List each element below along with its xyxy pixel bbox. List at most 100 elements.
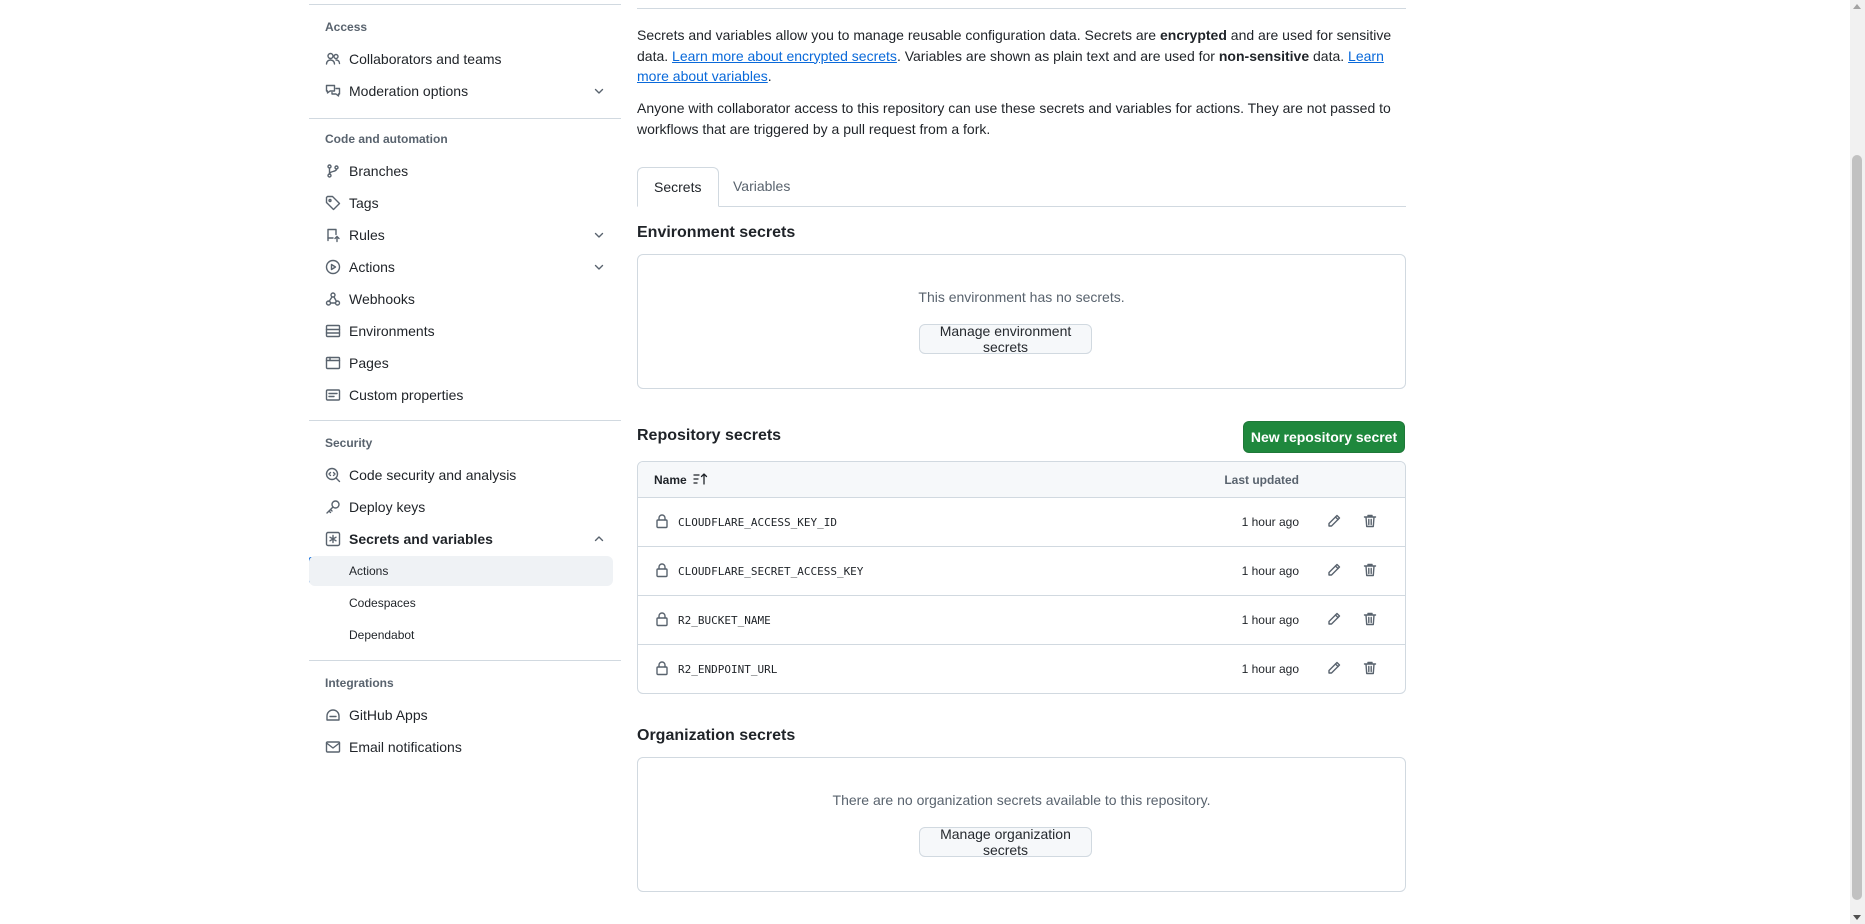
repository-secrets-table: Name Last updated CLOUDFLARE_ACCESS_KEY_… — [637, 461, 1406, 694]
scrollbar-thumb[interactable] — [1852, 155, 1862, 900]
sidebar-item-label: Email notifications — [349, 739, 462, 755]
intro-text: . Variables are shown as plain text and … — [896, 47, 1219, 64]
sidebar-item-deploy-keys[interactable]: Deploy keys — [309, 492, 613, 522]
trash-icon[interactable] — [1362, 513, 1378, 529]
sidebar-item-label: Custom properties — [349, 387, 464, 403]
sidebar-subitem-actions[interactable]: Actions — [309, 556, 613, 586]
tab-secrets[interactable]: Secrets — [637, 167, 719, 207]
sidebar-item-actions[interactable]: Actions — [309, 252, 613, 282]
secret-last-updated: 1 hour ago — [1241, 662, 1299, 676]
secret-last-updated: 1 hour ago — [1241, 564, 1299, 578]
sidebar-heading-integrations: Integrations — [325, 676, 394, 690]
sidebar-item-pages[interactable]: Pages — [309, 348, 613, 378]
sidebar-heading-code: Code and automation — [325, 132, 448, 146]
sidebar-subitem-label: Codespaces — [349, 596, 416, 610]
pencil-icon[interactable] — [1326, 660, 1342, 676]
tab-variables[interactable]: Variables — [733, 167, 813, 205]
sidebar-item-tags[interactable]: Tags — [309, 188, 613, 218]
manage-organization-secrets-button[interactable]: Manage organization secrets — [919, 826, 1092, 858]
column-header-last-updated: Last updated — [1224, 473, 1299, 487]
sidebar-divider — [309, 420, 621, 421]
lock-icon — [656, 612, 668, 627]
table-row: CLOUDFLARE_SECRET_ACCESS_KEY 1 hour ago — [638, 547, 1405, 596]
new-repository-secret-button[interactable]: New repository secret — [1243, 421, 1405, 453]
sidebar-item-webhooks[interactable]: Webhooks — [309, 284, 613, 314]
table-row: CLOUDFLARE_ACCESS_KEY_ID 1 hour ago — [638, 498, 1405, 547]
mail-icon — [325, 741, 341, 753]
trash-icon[interactable] — [1362, 562, 1378, 578]
scroll-up-arrow-icon[interactable] — [1853, 4, 1861, 9]
sidebar-item-label: Tags — [349, 195, 379, 211]
tag-icon — [325, 195, 341, 211]
tab-bar: Secrets Variables — [637, 167, 1406, 207]
chevron-up-icon — [594, 536, 604, 542]
sidebar-subitem-dependabot[interactable]: Dependabot — [309, 620, 613, 650]
play-icon — [325, 259, 341, 275]
sidebar-item-branches[interactable]: Branches — [309, 156, 613, 186]
browser-icon — [325, 356, 341, 370]
repo-push-icon — [327, 228, 340, 243]
asterisk-icon — [325, 531, 341, 547]
lock-icon — [656, 661, 668, 676]
manage-environment-secrets-button[interactable]: Manage environment secrets — [919, 323, 1092, 355]
collaborator-note: Anyone with collaborator access to this … — [637, 100, 1391, 137]
trash-icon[interactable] — [1362, 611, 1378, 627]
webhook-icon — [325, 292, 341, 306]
people-icon — [325, 52, 341, 65]
environment-secrets-box: This environment has no secrets. Manage … — [637, 254, 1406, 389]
intro-text: data. — [1309, 47, 1349, 64]
sidebar-item-label: Rules — [349, 227, 385, 243]
sidebar-item-secrets-and-variables[interactable]: Secrets and variables — [309, 524, 613, 554]
sidebar-item-code-security[interactable]: Code security and analysis — [309, 460, 613, 490]
comment-discussion-icon — [325, 84, 341, 97]
pencil-icon[interactable] — [1326, 611, 1342, 627]
pencil-icon[interactable] — [1326, 562, 1342, 578]
sort-ascending-icon[interactable] — [693, 472, 711, 486]
page-scrollbar[interactable] — [1850, 0, 1865, 924]
chevron-down-icon — [594, 264, 604, 270]
sidebar-item-label: Environments — [349, 323, 435, 339]
header-divider — [637, 8, 1406, 9]
table-row: R2_ENDPOINT_URL 1 hour ago — [638, 645, 1405, 693]
secret-name: CLOUDFLARE_SECRET_ACCESS_KEY — [678, 565, 864, 578]
hubot-icon — [326, 709, 340, 721]
sidebar-divider — [309, 4, 621, 5]
git-branch-icon — [327, 164, 339, 178]
sidebar-item-rules[interactable]: Rules — [309, 220, 613, 250]
secret-last-updated: 1 hour ago — [1241, 613, 1299, 627]
learn-more-secrets-link[interactable]: Learn more about encrypted secrets — [672, 48, 897, 64]
note-icon — [325, 389, 341, 401]
secret-name: CLOUDFLARE_ACCESS_KEY_ID — [678, 516, 837, 529]
intro-text: Secrets and variables allow you to manag… — [637, 27, 1160, 43]
repository-secrets-heading: Repository secrets — [637, 427, 782, 444]
sidebar-subitem-label: Actions — [349, 564, 389, 578]
chevron-down-icon — [594, 88, 604, 94]
table-header: Name Last updated — [638, 462, 1405, 498]
sidebar-item-moderation[interactable]: Moderation options — [309, 76, 613, 106]
sidebar-item-label: Pages — [349, 355, 389, 371]
trash-icon[interactable] — [1362, 660, 1378, 676]
table-row: R2_BUCKET_NAME 1 hour ago — [638, 596, 1405, 645]
key-icon — [326, 500, 340, 514]
sidebar-item-label: Moderation options — [349, 83, 469, 99]
secret-name: R2_BUCKET_NAME — [678, 614, 771, 627]
lock-icon — [656, 514, 668, 529]
pencil-icon[interactable] — [1326, 513, 1342, 529]
sidebar-subitem-label: Dependabot — [349, 628, 415, 642]
sidebar-item-github-apps[interactable]: GitHub Apps — [309, 700, 613, 730]
tab-label: Secrets — [654, 179, 702, 195]
sidebar-item-collaborators[interactable]: Collaborators and teams — [309, 44, 613, 74]
sidebar-item-environments[interactable]: Environments — [309, 316, 613, 346]
sidebar-item-label: Branches — [349, 163, 409, 179]
sidebar-item-label: GitHub Apps — [349, 707, 428, 723]
chevron-down-icon — [594, 232, 604, 238]
organization-secrets-heading: Organization secrets — [637, 727, 796, 744]
sidebar-item-label: Collaborators and teams — [349, 51, 502, 67]
sidebar-item-custom-properties[interactable]: Custom properties — [309, 380, 613, 410]
scroll-down-arrow-icon[interactable] — [1853, 915, 1861, 920]
sidebar-item-label: Secrets and variables — [349, 531, 493, 547]
sidebar-item-label: Actions — [349, 259, 395, 275]
sidebar-item-email-notifications[interactable]: Email notifications — [309, 732, 613, 762]
sidebar-divider — [309, 118, 621, 119]
sidebar-subitem-codespaces[interactable]: Codespaces — [309, 588, 613, 618]
